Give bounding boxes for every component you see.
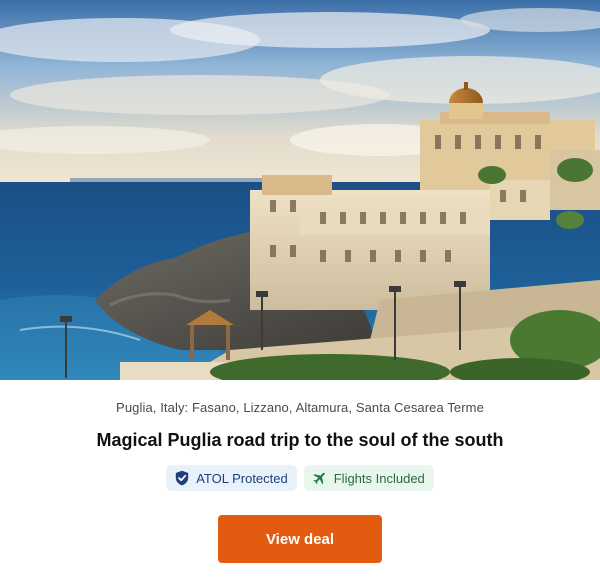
flights-included-label: Flights Included: [333, 470, 425, 486]
hero-photo-puglia-coast: [0, 0, 600, 380]
atol-protected-badge: ATOL Protected: [166, 465, 297, 491]
plane-icon: [312, 470, 328, 486]
shield-check-icon: [174, 470, 190, 486]
deal-location: Puglia, Italy: Fasano, Lizzano, Altamura…: [116, 400, 484, 415]
flights-included-badge: Flights Included: [303, 465, 434, 491]
deal-title[interactable]: Magical Puglia road trip to the soul of …: [0, 430, 600, 451]
deal-badges: ATOL Protected Flights Included: [0, 465, 600, 491]
view-deal-button[interactable]: View deal: [218, 515, 382, 563]
deal-card: Puglia, Italy: Fasano, Lizzano, Altamura…: [0, 0, 600, 587]
atol-protected-label: ATOL Protected: [196, 470, 288, 486]
hero-image[interactable]: [0, 0, 600, 380]
deal-details: Puglia, Italy: Fasano, Lizzano, Altamura…: [0, 380, 600, 587]
